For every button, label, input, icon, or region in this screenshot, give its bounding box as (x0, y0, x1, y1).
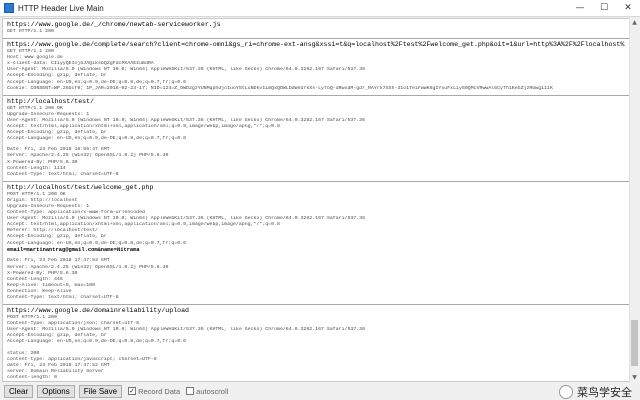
options-button[interactable]: Options (37, 384, 75, 398)
scrollbar-thumb[interactable] (631, 320, 638, 366)
autoscroll-toggle[interactable]: autoscroll (186, 387, 228, 396)
request-entry: https://www.google.de/complete/search?cl… (3, 39, 629, 96)
post-body-line: email=martinantrag@gmail.com&name=Nitram… (7, 246, 140, 253)
request-url: http://localhost/test/ (7, 97, 95, 105)
app-icon (4, 3, 14, 13)
autoscroll-label: autoscroll (196, 386, 229, 396)
header-line: Content-Type: text/html; charset=UTF-8 (7, 171, 119, 177)
title-bar: HTTP Header Live Main — ☐ ✕ (0, 0, 640, 17)
minimize-button[interactable]: — (568, 0, 592, 16)
request-entry: http://localhost/test/GET HTTP/1.1 200 O… (3, 96, 629, 182)
header-line: Cookie: CONSENT=WP.26bcf9; 1P_JAR=2018-0… (7, 85, 553, 91)
maximize-button[interactable]: ☐ (592, 0, 616, 16)
file-save-button[interactable]: File Save (78, 384, 123, 398)
watermark: 菜鸟学安全 (559, 384, 632, 400)
close-button[interactable]: ✕ (616, 0, 640, 16)
scroll-up-arrow-icon[interactable]: ▲ (630, 18, 639, 27)
scroll-down-arrow-icon[interactable]: ▼ (630, 373, 639, 382)
request-url: http://localhost/test/welcome_get.php (7, 183, 154, 191)
request-entry: http://localhost/test/welcome_get.php POS… (3, 182, 629, 306)
window-controls: — ☐ ✕ (568, 0, 640, 16)
clear-button[interactable]: Clear (4, 384, 34, 398)
autoscroll-checkbox[interactable] (186, 387, 195, 395)
record-data-checkbox[interactable]: ✓ (128, 387, 137, 395)
request-entry: https://www.google.de/domainreliability/… (3, 305, 629, 381)
request-url: https://www.google.de/_/chrome/newtab-se… (7, 21, 221, 28)
request-url: https://www.google.de/domainreliability/… (7, 307, 190, 315)
wechat-logo-icon (559, 385, 573, 399)
record-data-label: Record Data (138, 386, 181, 396)
window-title: HTTP Header Live Main (18, 3, 104, 13)
header-line: Content-Type: text/html; charset=UTF-8 (7, 294, 119, 300)
header-log[interactable]: https://www.google.de/_/chrome/newtab-se… (2, 18, 630, 382)
watermark-text: 菜鸟学安全 (577, 386, 632, 399)
request-entry: https://www.google.de/_/chrome/newtab-se… (3, 19, 629, 40)
request-url: https://www.google.de/complete/search?cl… (7, 41, 625, 49)
bottom-toolbar: Clear Options File Save ✓ Record Data au… (0, 382, 640, 400)
vertical-scrollbar[interactable]: ▲ ▼ (629, 18, 639, 382)
header-line: GET HTTP/1.1 200 (7, 29, 54, 34)
record-data-toggle[interactable]: ✓ Record Data (128, 387, 180, 396)
